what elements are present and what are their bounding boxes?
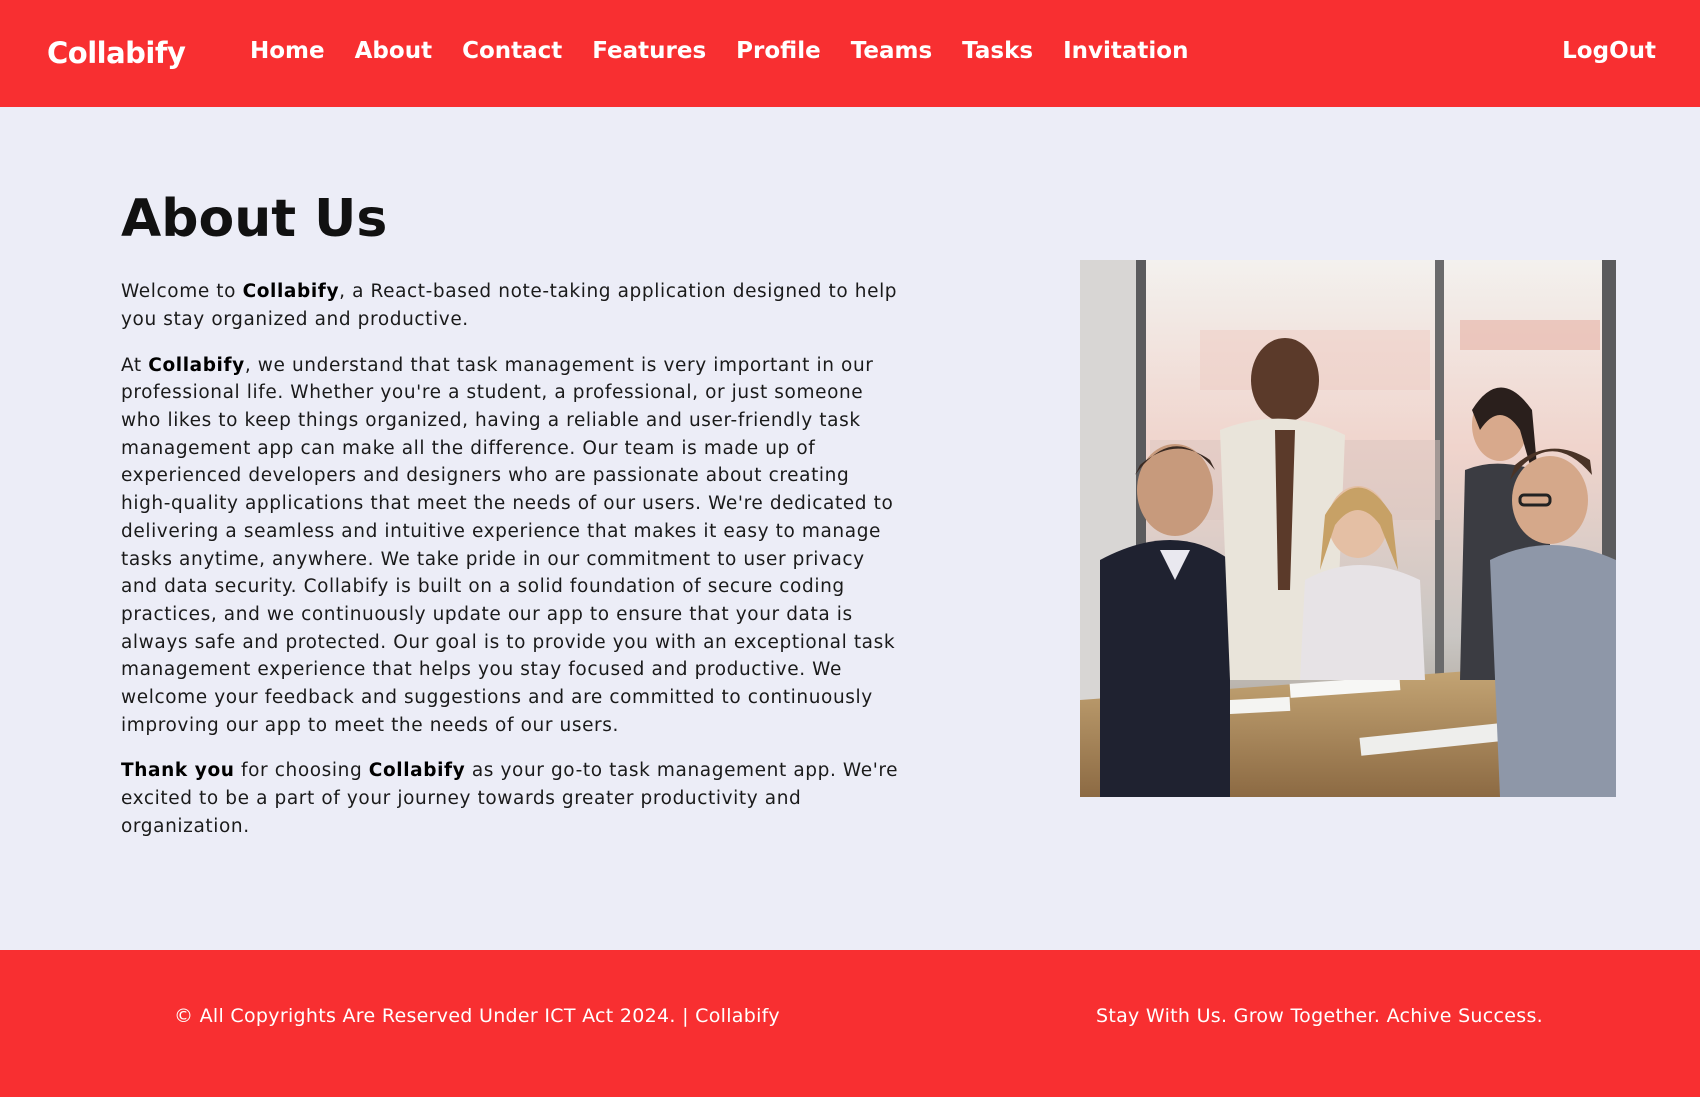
brand-name-bold: Collabify xyxy=(242,281,340,303)
team-meeting-illustration xyxy=(1080,260,1616,797)
nav-link-features[interactable]: Features xyxy=(592,38,706,64)
thank-you-bold: Thank you xyxy=(121,760,235,782)
nav-links: Home About Contact Features Profile Team… xyxy=(250,38,1188,64)
footer: © All Copyrights Are Reserved Under ICT … xyxy=(0,950,1700,1097)
page-title: About Us xyxy=(121,189,388,249)
mission-paragraph: At Collabify, we understand that task ma… xyxy=(121,352,901,740)
nav-link-profile[interactable]: Profile xyxy=(736,38,821,64)
team-meeting-photo xyxy=(1080,260,1616,797)
nav-link-about[interactable]: About xyxy=(355,38,432,64)
mission-text-body: , we understand that task management is … xyxy=(121,354,896,736)
nav-link-home[interactable]: Home xyxy=(250,38,325,64)
brand-name-bold: Collabify xyxy=(368,760,466,782)
mission-text-start: At xyxy=(121,354,149,376)
thanks-text-mid: for choosing xyxy=(234,760,369,782)
intro-text-start: Welcome to xyxy=(121,281,243,303)
logout-button[interactable]: LogOut xyxy=(1562,38,1656,64)
copyright-text: © All Copyrights Are Reserved Under ICT … xyxy=(174,1005,780,1027)
brand-name-bold: Collabify xyxy=(148,354,245,376)
nav-link-tasks[interactable]: Tasks xyxy=(962,38,1033,64)
nav-link-teams[interactable]: Teams xyxy=(851,38,932,64)
thanks-paragraph: Thank you for choosing Collabify as your… xyxy=(121,757,901,840)
nav-link-invitation[interactable]: Invitation xyxy=(1063,38,1188,64)
brand-logo[interactable]: Collabify xyxy=(47,36,186,70)
nav-link-contact[interactable]: Contact xyxy=(462,38,562,64)
about-section: About Us Welcome to Collabify, a React-b… xyxy=(0,107,1700,950)
navbar: Collabify Home About Contact Features Pr… xyxy=(0,0,1700,107)
footer-tagline: Stay With Us. Grow Together. Achive Succ… xyxy=(1095,1005,1543,1027)
about-text-column: About Us Welcome to Collabify, a React-b… xyxy=(121,189,901,859)
intro-paragraph: Welcome to Collabify, a React-based note… xyxy=(121,278,901,333)
